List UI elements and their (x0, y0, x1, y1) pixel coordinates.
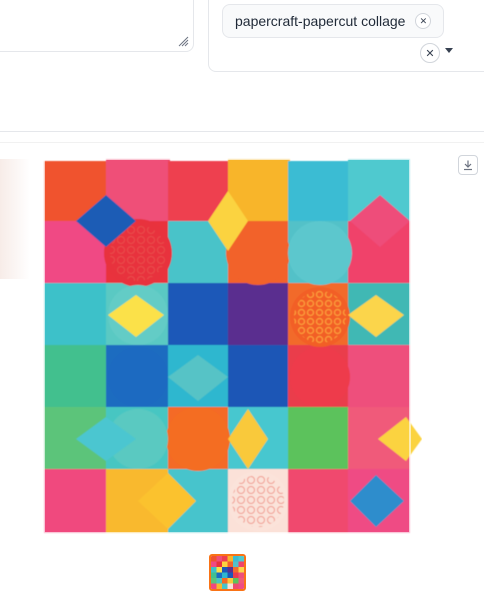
prompt-textarea[interactable] (0, 0, 194, 52)
resize-handle-icon[interactable] (177, 35, 189, 47)
style-tag-chip: papercraft-papercut collage ✕ (222, 4, 445, 38)
clear-all-button[interactable]: ✕ (420, 43, 440, 63)
download-icon (464, 160, 472, 171)
style-tag-label: papercraft-papercut collage (235, 13, 406, 29)
close-icon[interactable]: ✕ (415, 13, 432, 29)
image-gallery (0, 142, 484, 599)
download-button[interactable] (458, 155, 478, 175)
image-thumbnail[interactable] (209, 554, 246, 591)
generated-image[interactable] (36, 155, 422, 541)
style-multiselect: papercraft-papercut collage ✕ ✕ (208, 0, 484, 72)
previous-image-preview[interactable] (0, 159, 30, 279)
close-icon: ✕ (425, 47, 435, 60)
section-divider (0, 131, 484, 132)
chevron-down-icon[interactable] (445, 48, 453, 53)
thumbnail-preview (211, 556, 244, 589)
